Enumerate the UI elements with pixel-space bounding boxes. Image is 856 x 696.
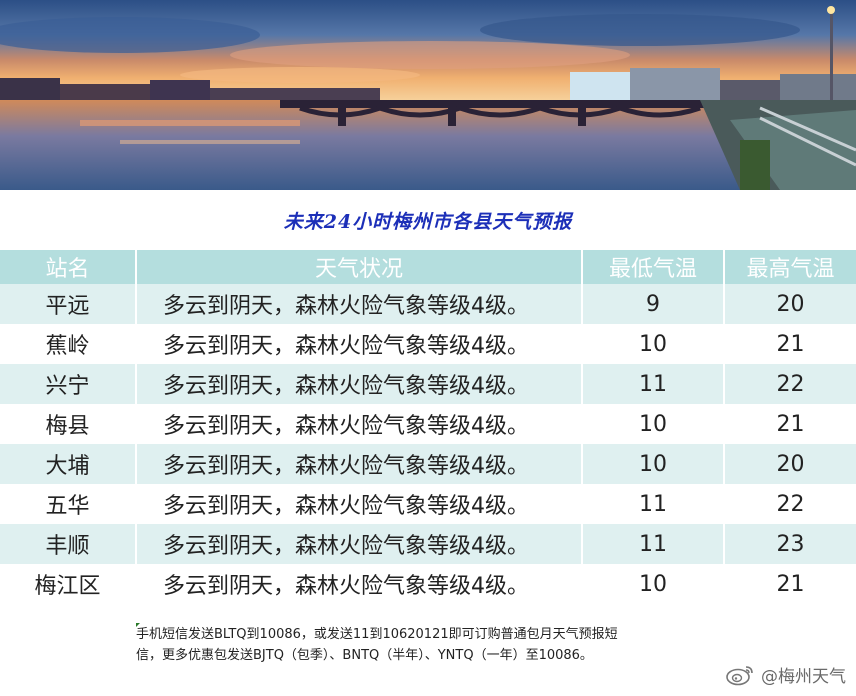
high-temp: 21 [724,404,856,444]
station-name: 丰顺 [0,524,137,564]
weather-desc: 多云到阴天，森林火险气象等级4级。 [136,404,583,444]
table-header-row: 站名 天气状况 最低气温 最高气温 [0,250,856,284]
table-row: 梅江区 多云到阴天，森林火险气象等级4级。 10 21 [0,564,856,604]
table-row: 蕉岭 多云到阴天，森林火险气象等级4级。 10 21 [0,324,856,364]
station-name: 蕉岭 [0,324,137,364]
weather-desc: 多云到阴天，森林火险气象等级4级。 [136,564,583,604]
weather-desc: 多云到阴天，森林火险气象等级4级。 [136,324,583,364]
high-temp: 20 [724,444,856,484]
table-row: 大埔 多云到阴天，森林火险气象等级4级。 10 20 [0,444,856,484]
weather-desc: 多云到阴天，森林火险气象等级4级。 [136,484,583,524]
station-name: 大埔 [0,444,137,484]
header-station: 站名 [0,250,137,284]
header-low-temp: 最低气温 [582,250,725,284]
low-temp: 11 [582,524,725,564]
high-temp: 23 [724,524,856,564]
forecast-title: 未来24小时梅州市各县天气预报 [283,211,573,233]
high-temp: 20 [724,284,856,324]
header-banner-image [0,0,856,190]
weibo-icon [726,665,753,685]
station-name: 梅江区 [0,564,137,604]
forecast-table: 站名 天气状况 最低气温 最高气温 平远 多云到阴天，森林火险气象等级4级。 9… [0,250,856,604]
low-temp: 9 [582,284,725,324]
low-temp: 10 [582,324,725,364]
table-row: 兴宁 多云到阴天，森林火险气象等级4级。 11 22 [0,364,856,404]
table-row: 平远 多云到阴天，森林火险气象等级4级。 9 20 [0,284,856,324]
header-weather: 天气状况 [136,250,583,284]
low-temp: 11 [582,484,725,524]
note-line-1: 手机短信发送BLTQ到10086，或发送11到10620121即可订购普通包月天… [136,627,618,642]
high-temp: 21 [724,324,856,364]
note-line-2: 信，更多优惠包发送BJTQ（包季）、BNTQ（半年）、YNTQ（一年）至1008… [136,648,593,663]
header-high-temp: 最高气温 [724,250,856,284]
station-name: 五华 [0,484,137,524]
weather-desc: 多云到阴天，森林火险气象等级4级。 [136,444,583,484]
watermark: @梅州天气 [725,662,846,687]
low-temp: 10 [582,564,725,604]
table-row: 丰顺 多云到阴天，森林火险气象等级4级。 11 23 [0,524,856,564]
table-row: 五华 多云到阴天，森林火险气象等级4级。 11 22 [0,484,856,524]
high-temp: 22 [724,364,856,404]
low-temp: 11 [582,364,725,404]
watermark-text: @梅州天气 [761,667,846,687]
high-temp: 22 [724,484,856,524]
low-temp: 10 [582,444,725,484]
weather-desc: 多云到阴天，森林火险气象等级4级。 [136,364,583,404]
weather-desc: 多云到阴天，森林火险气象等级4级。 [136,524,583,564]
station-name: 梅县 [0,404,137,444]
high-temp: 21 [724,564,856,604]
subscription-note: 手机短信发送BLTQ到10086，或发送11到10620121即可订购普通包月天… [136,624,736,666]
low-temp: 10 [582,404,725,444]
station-name: 兴宁 [0,364,137,404]
station-name: 平远 [0,284,137,324]
table-row: 梅县 多云到阴天，森林火险气象等级4级。 10 21 [0,404,856,444]
weather-desc: 多云到阴天，森林火险气象等级4级。 [136,284,583,324]
